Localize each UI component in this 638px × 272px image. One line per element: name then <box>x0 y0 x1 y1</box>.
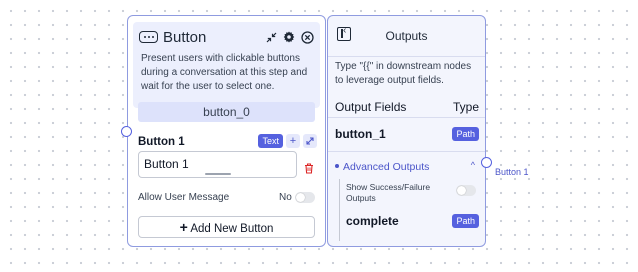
output-field-row: complete Path <box>346 214 479 228</box>
type-header: Type <box>452 100 479 114</box>
advanced-outputs-toggle[interactable]: Advanced Outputs ^ <box>335 160 479 175</box>
expand-icon[interactable] <box>303 134 317 148</box>
divider <box>328 117 485 118</box>
path-badge[interactable]: Path <box>452 214 479 228</box>
outputs-panel: ‹ Outputs Type "{{" in downstream nodes … <box>327 15 486 247</box>
button-1-tools: Text + <box>258 134 317 148</box>
node-title: Button <box>163 28 207 46</box>
output-handle-label: Button 1 <box>495 167 529 177</box>
drag-handle[interactable] <box>205 173 231 175</box>
gear-icon[interactable] <box>283 31 295 43</box>
allow-user-message-value: No <box>279 192 292 203</box>
text-type-badge[interactable]: Text <box>258 134 283 148</box>
output-field-name: complete <box>346 214 399 228</box>
node-description: Present users with clickable buttons dur… <box>141 53 308 92</box>
output-field-row: button_1 Path <box>335 127 479 141</box>
output-handle[interactable] <box>481 157 492 168</box>
advanced-outputs-label: Advanced Outputs <box>343 161 430 173</box>
button-1-input[interactable]: Button 1 <box>138 151 297 178</box>
show-success-failure-label: Show Success/Failure Outputs <box>346 182 431 203</box>
add-new-button-label: Add New Button <box>190 223 274 235</box>
allow-user-message-toggle[interactable] <box>295 192 315 203</box>
add-icon[interactable]: + <box>286 134 300 148</box>
divider <box>328 151 485 152</box>
button-icon <box>139 31 158 43</box>
plus-icon: + <box>179 219 188 235</box>
node-header: Button Present users with clickable butt… <box>133 22 320 108</box>
show-success-failure-toggle[interactable] <box>456 185 476 196</box>
output-fields-header: Output Fields <box>335 100 407 114</box>
bullet-icon <box>335 164 339 168</box>
add-new-button[interactable]: + Add New Button <box>138 216 315 238</box>
outputs-title: Outputs <box>385 29 428 43</box>
trash-icon[interactable] <box>304 161 314 179</box>
outputs-column-header: Output Fields Type <box>335 100 479 116</box>
advanced-outputs-guide <box>339 179 340 241</box>
output-field-name: button_1 <box>335 127 386 141</box>
variable-name-field[interactable]: button_0 <box>138 102 315 122</box>
path-badge[interactable]: Path <box>452 127 479 141</box>
outputs-description: Type "{{" in downstream nodes to leverag… <box>335 61 472 86</box>
outputs-header: ‹ Outputs <box>328 16 485 57</box>
input-handle[interactable] <box>121 126 132 137</box>
allow-user-message-label: Allow User Message <box>138 192 230 203</box>
button-node[interactable]: Button Present users with clickable butt… <box>127 15 326 247</box>
close-icon[interactable] <box>301 30 314 44</box>
button-1-label: Button 1 <box>138 136 185 148</box>
button-1-value: Button 1 <box>144 157 189 171</box>
chevron-up-icon[interactable]: ^ <box>471 160 475 170</box>
collapse-arrows-icon[interactable] <box>266 32 277 43</box>
